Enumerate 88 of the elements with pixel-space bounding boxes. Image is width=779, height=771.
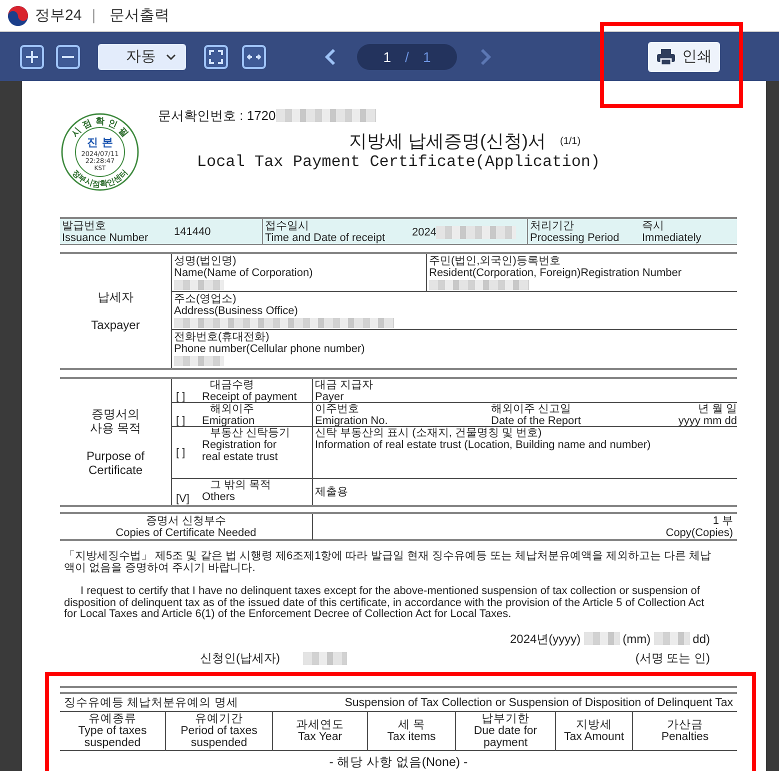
field-label: Name(Name of Corporation) — [174, 267, 313, 279]
detail-label: 이주번호 — [315, 403, 360, 415]
detail-label: Emigration No. — [315, 415, 389, 427]
section-title: Suspension of Tax Collection or Suspension of Disposition of Delinquent Tax — [344, 696, 733, 708]
column-header: 지방세 Tax Amount — [555, 712, 632, 750]
column-header: 납부기한 Due date for payment — [455, 712, 555, 750]
empty-message: - 해당 사항 없음(None) - — [328, 754, 469, 771]
field-value: 2024 — [412, 226, 436, 238]
field-label: Resident(Corporation, Foreign)Registration Number — [429, 267, 682, 279]
option-label: 해외이주 — [209, 403, 255, 415]
section-label: 납세자 — [98, 290, 134, 304]
option-label: real estate trust — [202, 451, 279, 463]
field-label: Phone number(Cellular phone number) — [174, 343, 365, 355]
section-label: 증명서의 — [92, 407, 140, 421]
previous-page-button[interactable] — [324, 48, 336, 66]
zoom-dropdown[interactable]: 자동 — [98, 44, 186, 70]
page-title: 문서출력 — [110, 6, 170, 25]
date-text: dd) — [692, 632, 710, 644]
field-label: 주소(영업소) — [174, 293, 236, 305]
applicant-label: 신청인(납세자) — [199, 650, 280, 664]
fit-width-button[interactable] — [242, 44, 266, 68]
field-value: 즉시 — [642, 220, 664, 232]
option-label: 그 밖의 목적 — [209, 479, 272, 491]
option-label: 부동산 신탁등기 — [209, 427, 292, 439]
zoom-in-button[interactable] — [20, 44, 44, 68]
section-label: Taxpayer — [91, 318, 140, 332]
field-value: Copy(Copies) — [664, 527, 733, 539]
seal-title: 진 본 — [87, 136, 113, 149]
column-header: 유예기간 Period of taxes suspended — [165, 712, 272, 750]
section-label: Purpose of — [86, 449, 145, 463]
option-label: Registration for — [202, 439, 278, 451]
field-label: 성명(법인명) — [174, 255, 236, 267]
detail-label: 년 월 일 — [698, 403, 737, 415]
section-label: 사용 목적 — [90, 421, 142, 435]
option-label: Others — [202, 491, 236, 503]
title-divider: | — [92, 7, 96, 24]
detail-label: Date of the Report — [491, 415, 582, 427]
field-label: Copies of Certificate Needed — [114, 527, 258, 539]
column-header: 과세연도 Tax Year — [272, 712, 367, 750]
option-label: Emigration — [202, 415, 256, 427]
fit-page-button[interactable] — [204, 44, 228, 68]
field-label: 처리기간 Processing Period — [527, 219, 640, 244]
printer-icon — [656, 48, 676, 66]
statement-text: 「지방세징수법」 제5조 및 같은 법 시행령 제6조제1항에 따라 발급일 현재 징수유예등 또는 체납처분유예액을 제외하고는 다른 체납액이 없음을 증명하여 주시기 바랍니다. — [64, 550, 712, 574]
field-value: 1 부 — [712, 515, 733, 527]
checkbox-label: [ ] — [176, 415, 186, 427]
zoom-in-icon — [25, 50, 39, 64]
checkbox-label: [V] — [176, 493, 190, 505]
detail-label: Payer — [315, 391, 345, 403]
column-header: 세 목 Tax items — [367, 712, 455, 750]
page-count: (1/1) — [559, 135, 582, 149]
field-value: 141440 — [174, 226, 211, 238]
document-title: 지방세 납세증명(신청)서 — [349, 130, 546, 152]
caret-icon — [166, 54, 176, 60]
detail-label: yyyy mm dd — [678, 415, 737, 427]
option-label: 대금수령 — [209, 379, 255, 391]
print-button[interactable]: 인쇄 — [648, 42, 720, 72]
section-title: 징수유예등 체납처분유예의 명세 — [64, 696, 238, 708]
field-label: Address(Business Office) — [174, 305, 298, 317]
detail-label: Information of real estate trust (Location, Building name and number) — [315, 439, 652, 451]
zoom-out-button[interactable] — [56, 44, 80, 68]
checkbox-label: [ ] — [176, 446, 186, 458]
detail-label: 신탁 부동산의 표시 (소재지, 건물명칭 및 번호) — [315, 427, 543, 439]
signature-label: (서명 또는 인) — [634, 650, 710, 664]
detail-label: 대금 지급자 — [315, 379, 374, 391]
detail-label: 제출용 — [315, 486, 349, 498]
field-label: 전화번호(휴대전화) — [174, 331, 270, 343]
field-label: 증명서 신청부수 — [144, 515, 228, 527]
date-text: (mm) — [622, 632, 651, 644]
section-label: Certificate — [88, 463, 143, 477]
government-logo-icon — [7, 4, 29, 26]
fit-width-icon — [247, 52, 261, 62]
field-label: 발급번호 Issuance Number — [61, 219, 150, 244]
page-indicator[interactable]: 1 / 1 — [357, 44, 457, 70]
document-number: 문서확인번호 : 1720 — [158, 110, 276, 122]
brand-name[interactable]: 정부24 — [35, 6, 82, 25]
date-text: 2024년(yyyy) — [510, 632, 581, 644]
checkbox-label: [ ] — [176, 391, 186, 403]
fit-page-icon — [209, 50, 223, 64]
option-label: Receipt of payment — [202, 391, 298, 403]
field-label: 접수일시 Time and Date of receipt — [262, 219, 410, 244]
column-header: 유예종류 Type of taxes suspended — [77, 712, 148, 750]
statement-text: I request to certify that I have no delinquent taxes except for the above-mentioned suspension of tax collection or suspension of disposition of delinquent tax as of the issued date of this certificate, in accordance with the provision of the Article 5 of Collection Act for Local Taxes and Article 6(1) of the Enforcement Decree of Collection Act for Local Taxes. — [64, 586, 706, 620]
document-subtitle: Local Tax Payment Certificate(Application) — [196, 152, 602, 172]
column-header: 가산금 Penalties — [632, 712, 737, 750]
field-label: 주민(법인,외국인)등록번호 — [429, 255, 560, 267]
field-value: Immediately — [642, 232, 702, 244]
detail-label: 해외이주 신고일 — [491, 403, 572, 415]
